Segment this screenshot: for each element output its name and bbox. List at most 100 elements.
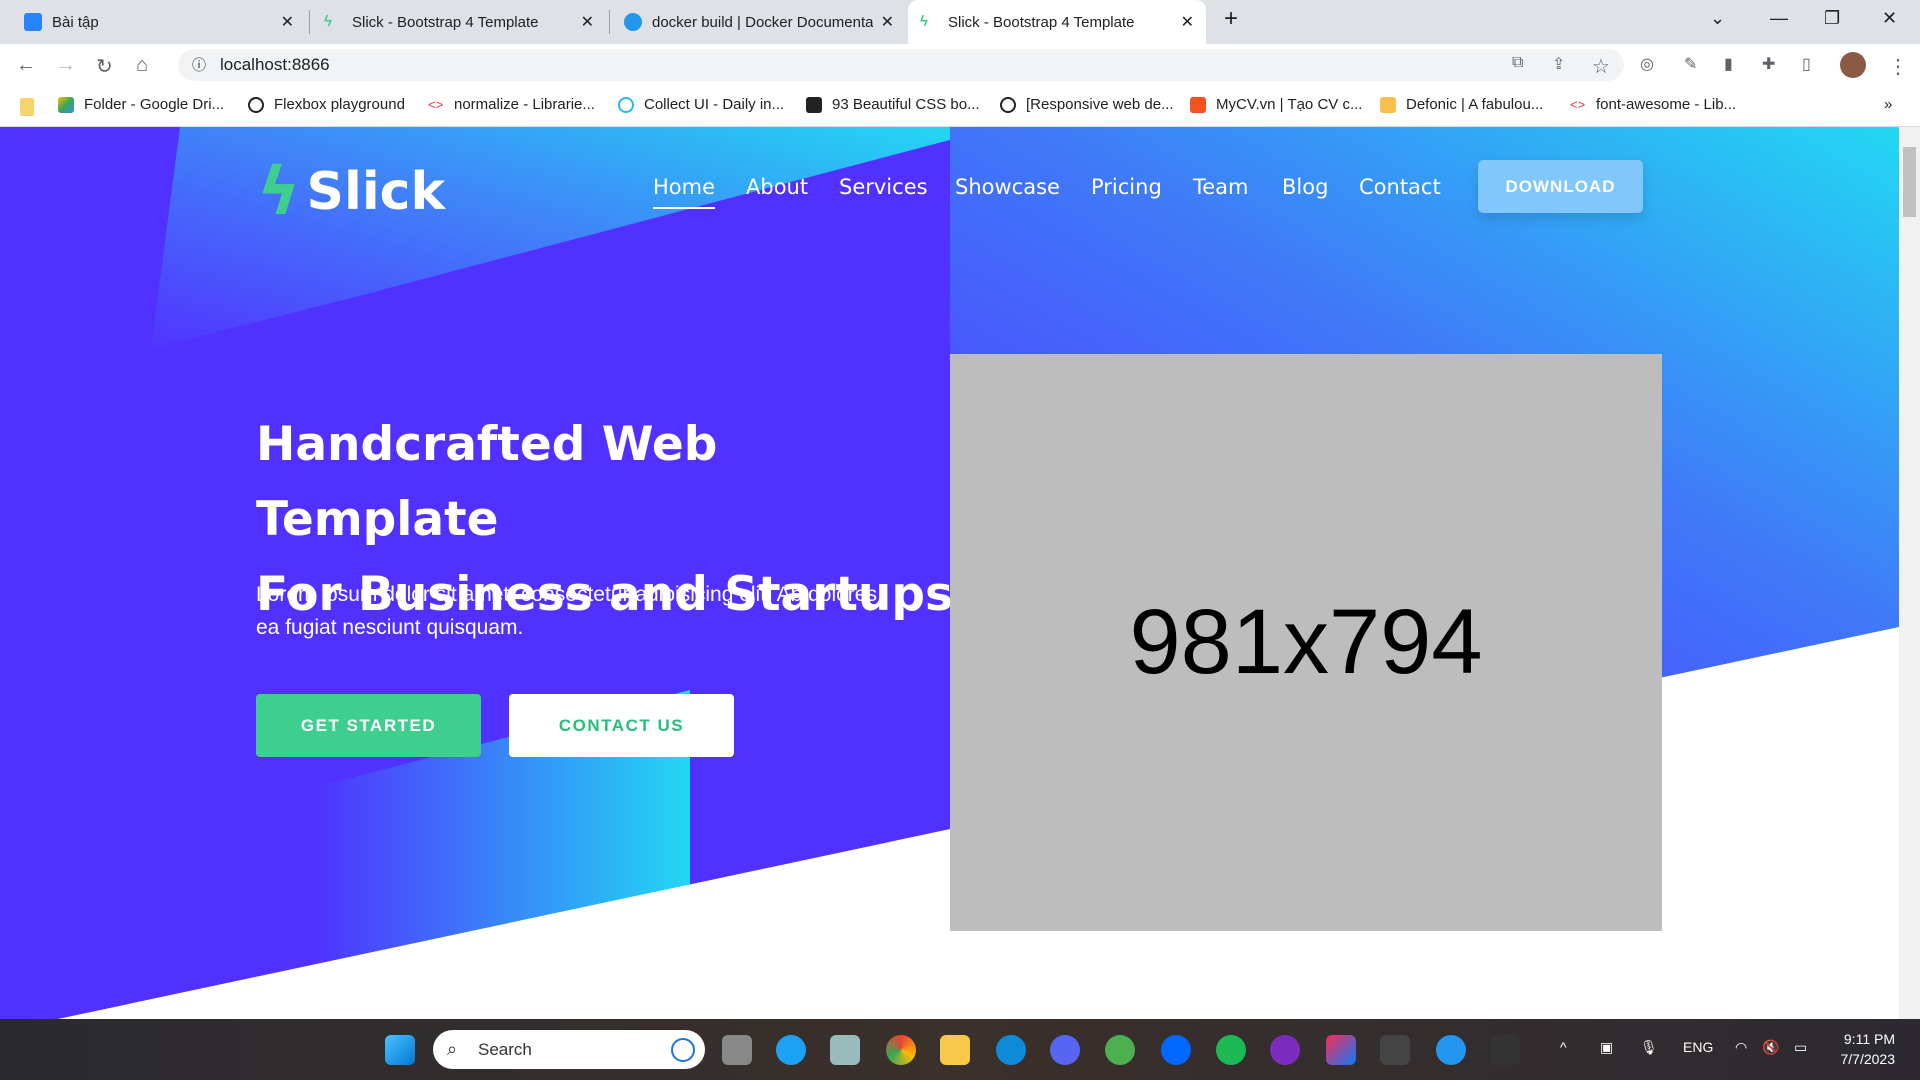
url-input[interactable]: ⓘ localhost:8866 <box>178 49 1624 81</box>
extension-icon[interactable]: ▮ <box>1724 54 1733 74</box>
bookmark-item[interactable]: Collect UI - Daily in... <box>618 96 784 113</box>
share-icon[interactable]: ⇪ <box>1552 54 1565 74</box>
edge-icon[interactable] <box>776 1035 806 1065</box>
windows-start-icon[interactable] <box>385 1035 415 1065</box>
contact-us-button[interactable]: CONTACT US <box>509 694 734 757</box>
chrome-icon[interactable] <box>886 1035 916 1065</box>
menu-icon[interactable]: ⋮ <box>1888 54 1908 79</box>
nav-pricing[interactable]: Pricing <box>1091 175 1162 199</box>
bookmark-item[interactable]: MyCV.vn | Tạo CV c... <box>1190 96 1362 113</box>
new-tab-button[interactable]: + <box>1224 5 1238 33</box>
reload-icon[interactable]: ↻ <box>96 54 113 79</box>
bolt-icon: ϟ <box>257 153 301 230</box>
nav-team[interactable]: Team <box>1193 175 1249 199</box>
bookmark-item[interactable]: Folder - Google Dri... <box>58 96 224 113</box>
code-icon: <> <box>1570 96 1586 112</box>
docker-icon <box>624 13 642 31</box>
address-bar-row: ← → ↻ ⌂ ⓘ localhost:8866 ⧉ ⇪ ☆ ◎ ✎ ▮ ✚ ▯ … <box>0 44 1920 86</box>
bookmark-item[interactable]: <> normalize - Librarie... <box>428 96 595 113</box>
extension-icon[interactable]: ◎ <box>1640 54 1654 74</box>
volume-muted-icon[interactable]: 🔇 <box>1762 1039 1779 1056</box>
profile-avatar[interactable] <box>1840 52 1866 78</box>
google-drive-icon <box>58 96 74 113</box>
tab-docker[interactable]: docker build | Docker Documentation✕ <box>612 0 906 44</box>
taskbar-search[interactable]: ⌕ Search <box>433 1030 705 1069</box>
taskbar: ⌕ Search ^ ▣ 🎙 ENG ◠ 🔇 ▭ 9:11 PM 7/7/2023 <box>0 1019 1920 1080</box>
codepen-icon <box>248 96 264 113</box>
close-window-button[interactable]: ✕ <box>1882 8 1897 29</box>
tray-chevron-icon[interactable]: ^ <box>1560 1039 1567 1055</box>
extension-eyedropper-icon[interactable]: ✎ <box>1684 54 1697 74</box>
clock[interactable]: 9:11 PM 7/7/2023 <box>1841 1029 1896 1069</box>
nav-about[interactable]: About <box>746 175 808 199</box>
more-bookmarks-button[interactable]: » <box>1884 96 1892 113</box>
terminal-icon[interactable] <box>1490 1035 1520 1065</box>
extensions-puzzle-icon[interactable]: ✚ <box>1762 54 1775 74</box>
scrollbar-thumb[interactable] <box>1903 147 1916 217</box>
logo[interactable]: ϟ Slick <box>257 153 445 230</box>
nav-contact[interactable]: Contact <box>1359 175 1441 199</box>
bookmark-item[interactable]: Flexbox playground <box>248 96 405 113</box>
tab-slick-1[interactable]: ϟ Slick - Bootstrap 4 Template ✕ <box>312 0 606 44</box>
nav-showcase[interactable]: Showcase <box>955 175 1060 199</box>
side-panel-icon[interactable]: ▯ <box>1802 54 1811 74</box>
slick-icon: ϟ <box>324 13 332 30</box>
forward-icon[interactable]: → <box>56 54 76 77</box>
tab-search-icon[interactable]: ⌄ <box>1710 8 1725 29</box>
tab-bar: Bài tập ✕ ϟ Slick - Bootstrap 4 Template ✕ … <box>0 0 1920 44</box>
nav-home[interactable]: Home <box>653 175 716 209</box>
info-icon: ⓘ <box>192 57 206 73</box>
code-icon: <> <box>428 96 444 112</box>
tab-bai-tap[interactable]: Bài tập ✕ <box>12 0 306 44</box>
bookmark-item[interactable]: 93 Beautiful CSS bo... <box>806 96 980 113</box>
github-icon[interactable] <box>1270 1035 1300 1065</box>
hero-description: Lorem ipsum dolor sit amet, consectetur … <box>256 583 877 639</box>
close-tab-icon[interactable]: ✕ <box>881 12 894 32</box>
discord-icon[interactable] <box>1050 1035 1080 1065</box>
collectui-icon <box>618 96 634 113</box>
spotify-icon[interactable] <box>1216 1035 1246 1065</box>
close-tab-icon[interactable]: ✕ <box>281 12 294 32</box>
restore-button[interactable]: ❐ <box>1824 8 1840 29</box>
tray-app-icon[interactable]: ▣ <box>1600 1039 1613 1056</box>
nav-services[interactable]: Services <box>839 175 928 199</box>
translate-icon[interactable]: ⧉ <box>1512 54 1523 72</box>
skype-icon[interactable] <box>996 1035 1026 1065</box>
codepen-icon <box>1000 96 1016 113</box>
sublime-icon[interactable] <box>1380 1035 1410 1065</box>
task-view-icon[interactable] <box>722 1035 752 1065</box>
bookmarks-bar: Folder - Google Dri... Flexbox playgroun… <box>0 86 1920 127</box>
back-icon[interactable]: ← <box>16 54 36 77</box>
tab-slick-active[interactable]: ϟ Slick - Bootstrap 4 Template ✕ <box>908 0 1206 44</box>
hero-image-placeholder: 981x794 <box>950 354 1662 931</box>
defonic-icon <box>1380 96 1396 113</box>
zalo-icon[interactable] <box>1161 1035 1191 1065</box>
bookmark-item[interactable]: [Responsive web de... <box>1000 96 1174 113</box>
get-started-button[interactable]: GET STARTED <box>256 694 481 757</box>
intellij-icon[interactable] <box>1326 1035 1356 1065</box>
wifi-icon[interactable]: ◠ <box>1735 1039 1747 1056</box>
bookmark-star-icon[interactable]: ☆ <box>1592 54 1610 79</box>
trello-icon <box>24 13 42 31</box>
f8-icon <box>1190 96 1206 113</box>
bookmark-item[interactable]: <> font-awesome - Lib... <box>1570 96 1736 113</box>
download-button[interactable]: DOWNLOAD <box>1478 160 1643 213</box>
minimize-button[interactable]: — <box>1770 8 1788 29</box>
hs-icon[interactable] <box>1105 1035 1135 1065</box>
folder-icon[interactable] <box>20 98 34 116</box>
docker-icon[interactable] <box>1436 1035 1466 1065</box>
scrollbar[interactable] <box>1899 127 1920 1019</box>
home-icon[interactable]: ⌂ <box>136 54 148 77</box>
microphone-icon[interactable]: 🎙 <box>1640 1039 1658 1056</box>
bing-icon <box>671 1037 695 1062</box>
file-explorer-icon[interactable] <box>940 1035 970 1065</box>
language-indicator[interactable]: ENG <box>1683 1039 1713 1055</box>
close-tab-icon[interactable]: ✕ <box>1181 12 1194 32</box>
close-tab-icon[interactable]: ✕ <box>581 12 594 32</box>
search-icon: ⌕ <box>447 1039 458 1059</box>
nav-blog[interactable]: Blog <box>1282 175 1328 199</box>
photos-icon[interactable] <box>830 1035 860 1065</box>
bookmark-item[interactable]: Defonic | A fabulou... <box>1380 96 1543 113</box>
slick-icon: ϟ <box>920 13 928 30</box>
battery-icon[interactable]: ▭ <box>1794 1039 1807 1056</box>
